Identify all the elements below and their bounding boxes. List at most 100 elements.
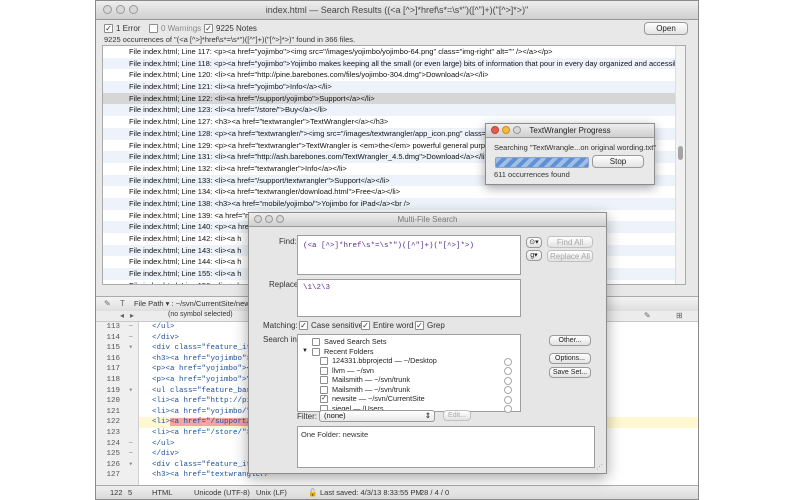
- results-summary: 9225 occurrences of "(<a [^>]*href\s*=\s…: [104, 35, 356, 44]
- other-button[interactable]: Other...: [549, 335, 591, 346]
- lock-icon[interactable]: 🔓: [308, 488, 317, 497]
- search-location-row[interactable]: 124331.bbprojectd — ~/Desktop: [298, 356, 516, 366]
- location-option-icon[interactable]: [504, 405, 512, 413]
- result-row[interactable]: File index.html; Line 120: <li><a href="…: [103, 69, 685, 81]
- notes-checkbox[interactable]: ✓: [204, 24, 213, 33]
- result-row[interactable]: File index.html; Line 118: <p><a href="y…: [103, 57, 685, 70]
- warnings-label: 0 Warnings: [161, 24, 202, 33]
- line-number: 121: [106, 407, 120, 416]
- result-row[interactable]: File index.html; Line 138: <h3><a href="…: [103, 197, 685, 210]
- gutter-line: 121: [96, 407, 138, 418]
- entire-word-checkbox[interactable]: ✓: [361, 321, 370, 330]
- errors-label: 1 Error: [116, 24, 141, 33]
- options-button[interactable]: Options...: [549, 353, 591, 364]
- location-option-icon[interactable]: [504, 395, 512, 404]
- line-number: 117: [106, 365, 120, 374]
- fold-icon[interactable]: −: [128, 322, 133, 333]
- chevron-updown-icon: ⇕: [424, 411, 431, 420]
- result-row[interactable]: File index.html; Line 122: <li><a href="…: [103, 92, 685, 105]
- nav-forward-icon[interactable]: ▸: [130, 311, 134, 320]
- location-checkbox[interactable]: [320, 366, 328, 375]
- line-gutter: 113−114−115 ▾ 116 117 118 119 ▾ 120 121 122 123 124…: [96, 322, 139, 485]
- grep-checkbox[interactable]: ✓: [415, 321, 424, 330]
- location-checkbox[interactable]: [312, 347, 320, 356]
- gutter-line: 117: [96, 364, 138, 375]
- search-location-row[interactable]: ✓ newsite — ~/svn/CurrentSite: [298, 394, 516, 404]
- fold-icon[interactable]: −: [128, 449, 133, 460]
- progress-panel: TextWrangler Progress Searching "TextWra…: [485, 123, 656, 185]
- location-label: Mailsmith — ~/svn/trunk: [332, 384, 411, 394]
- find-grep-pattern-menu[interactable]: g▾: [526, 250, 542, 261]
- language-menu[interactable]: HTML: [152, 488, 172, 497]
- location-checkbox[interactable]: [320, 385, 328, 394]
- find-label: Find:: [279, 237, 297, 246]
- fold-icon[interactable]: −: [128, 439, 133, 450]
- location-checkbox[interactable]: [312, 338, 320, 346]
- search-location-row[interactable]: Mailsmith — ~/svn/trunk: [298, 384, 516, 394]
- replace-text: \1\2\3: [303, 284, 331, 292]
- file-path-menu[interactable]: File Path ▾ : ~/svn/CurrentSite/newsite: [134, 299, 261, 308]
- location-checkbox[interactable]: [320, 357, 328, 365]
- result-row[interactable]: File index.html; Line 134: <li><a href="…: [103, 186, 685, 198]
- find-field[interactable]: (<a [^>]*href\s*=\s*")([^"]+)("[^>]*>): [297, 235, 521, 275]
- line-endings-menu[interactable]: Unix (LF): [256, 488, 287, 497]
- filter-label: Filter:: [297, 412, 317, 421]
- fold-icon[interactable]: ▾: [128, 460, 133, 471]
- errors-checkbox[interactable]: ✓: [104, 24, 113, 33]
- fold-icon[interactable]: ▾: [128, 343, 133, 354]
- resize-grip-icon[interactable]: ⋰: [596, 463, 603, 471]
- filter-value: (none): [324, 411, 346, 420]
- symbol-menu[interactable]: (no symbol selected): [168, 311, 233, 318]
- stop-button[interactable]: Stop: [592, 155, 644, 168]
- search-location-row[interactable]: ▼ Recent Folders: [298, 347, 516, 357]
- results-scroll-thumb[interactable]: [678, 146, 683, 160]
- warnings-checkbox[interactable]: [149, 24, 158, 33]
- find-all-button[interactable]: Find All: [547, 236, 593, 248]
- result-row[interactable]: File index.html; Line 123: <li><a href="…: [103, 104, 685, 117]
- search-location-row[interactable]: Mailsmith — ~/svn/trunk: [298, 375, 516, 385]
- line-number: 127: [106, 471, 120, 480]
- location-option-icon[interactable]: [504, 386, 512, 394]
- encoding-menu[interactable]: Unicode (UTF-8): [194, 488, 250, 497]
- search-location-row[interactable]: llvm — ~/svn: [298, 366, 516, 375]
- result-row[interactable]: File index.html; Line 117: <p><a href="y…: [103, 46, 685, 58]
- fold-icon[interactable]: ▾: [128, 386, 133, 397]
- search-location-row[interactable]: Saved Search Sets: [298, 337, 516, 347]
- counterpart-icon[interactable]: ✎: [644, 311, 651, 320]
- location-checkbox[interactable]: [320, 376, 328, 384]
- replace-all-button[interactable]: Replace All: [547, 250, 593, 262]
- last-saved: Last saved: 4/3/13 8:33:55 PM: [320, 488, 422, 497]
- summary-text: One Folder: newsite: [301, 430, 369, 439]
- text-options-icon[interactable]: ✎: [104, 299, 111, 308]
- filter-menu[interactable]: (none) ⇕: [319, 410, 435, 422]
- case-sensitive-checkbox[interactable]: ✓: [299, 321, 308, 330]
- edit-filter-button[interactable]: Edit...: [443, 410, 471, 421]
- progress-message: Searching "TextWrangle...on original wor…: [494, 143, 656, 152]
- fold-icon[interactable]: −: [128, 333, 133, 344]
- location-checkbox[interactable]: ✓: [320, 395, 328, 403]
- save-set-button[interactable]: Save Set...: [549, 367, 591, 378]
- disclosure-triangle-icon[interactable]: ▼: [302, 347, 308, 357]
- tools-icon[interactable]: T: [120, 299, 125, 308]
- nav-back-icon[interactable]: ◂: [120, 311, 124, 320]
- gutter-line: 114−: [96, 333, 138, 344]
- case-sensitive-label: Case sensitive: [311, 321, 364, 330]
- progress-title-bar: TextWrangler Progress: [486, 124, 654, 138]
- search-in-list[interactable]: Saved Search Sets ▼ Recent Folders 124331.b…: [297, 334, 521, 413]
- replace-field[interactable]: \1\2\3: [297, 279, 521, 317]
- gutter-line: 118: [96, 375, 138, 386]
- open-button[interactable]: Open: [644, 22, 688, 35]
- split-icon[interactable]: ⊞: [676, 311, 683, 320]
- progress-count: 611 occurrences found: [494, 170, 570, 179]
- mfs-title-bar: Multi-File Search: [249, 213, 606, 227]
- result-row[interactable]: File index.html; Line 121: <li><a href="…: [103, 81, 685, 93]
- line-number: 113: [106, 323, 120, 331]
- gutter-line: 113−: [96, 322, 138, 333]
- location-option-icon[interactable]: [504, 376, 512, 385]
- location-option-icon[interactable]: [504, 357, 512, 366]
- title-bar: index.html — Search Results ((<a [^>]*hr…: [96, 1, 698, 20]
- find-history-menu[interactable]: ⊙▾: [526, 237, 542, 248]
- gutter-line: 122: [96, 417, 138, 428]
- results-scrollbar[interactable]: [675, 46, 685, 284]
- location-option-icon[interactable]: [504, 367, 512, 375]
